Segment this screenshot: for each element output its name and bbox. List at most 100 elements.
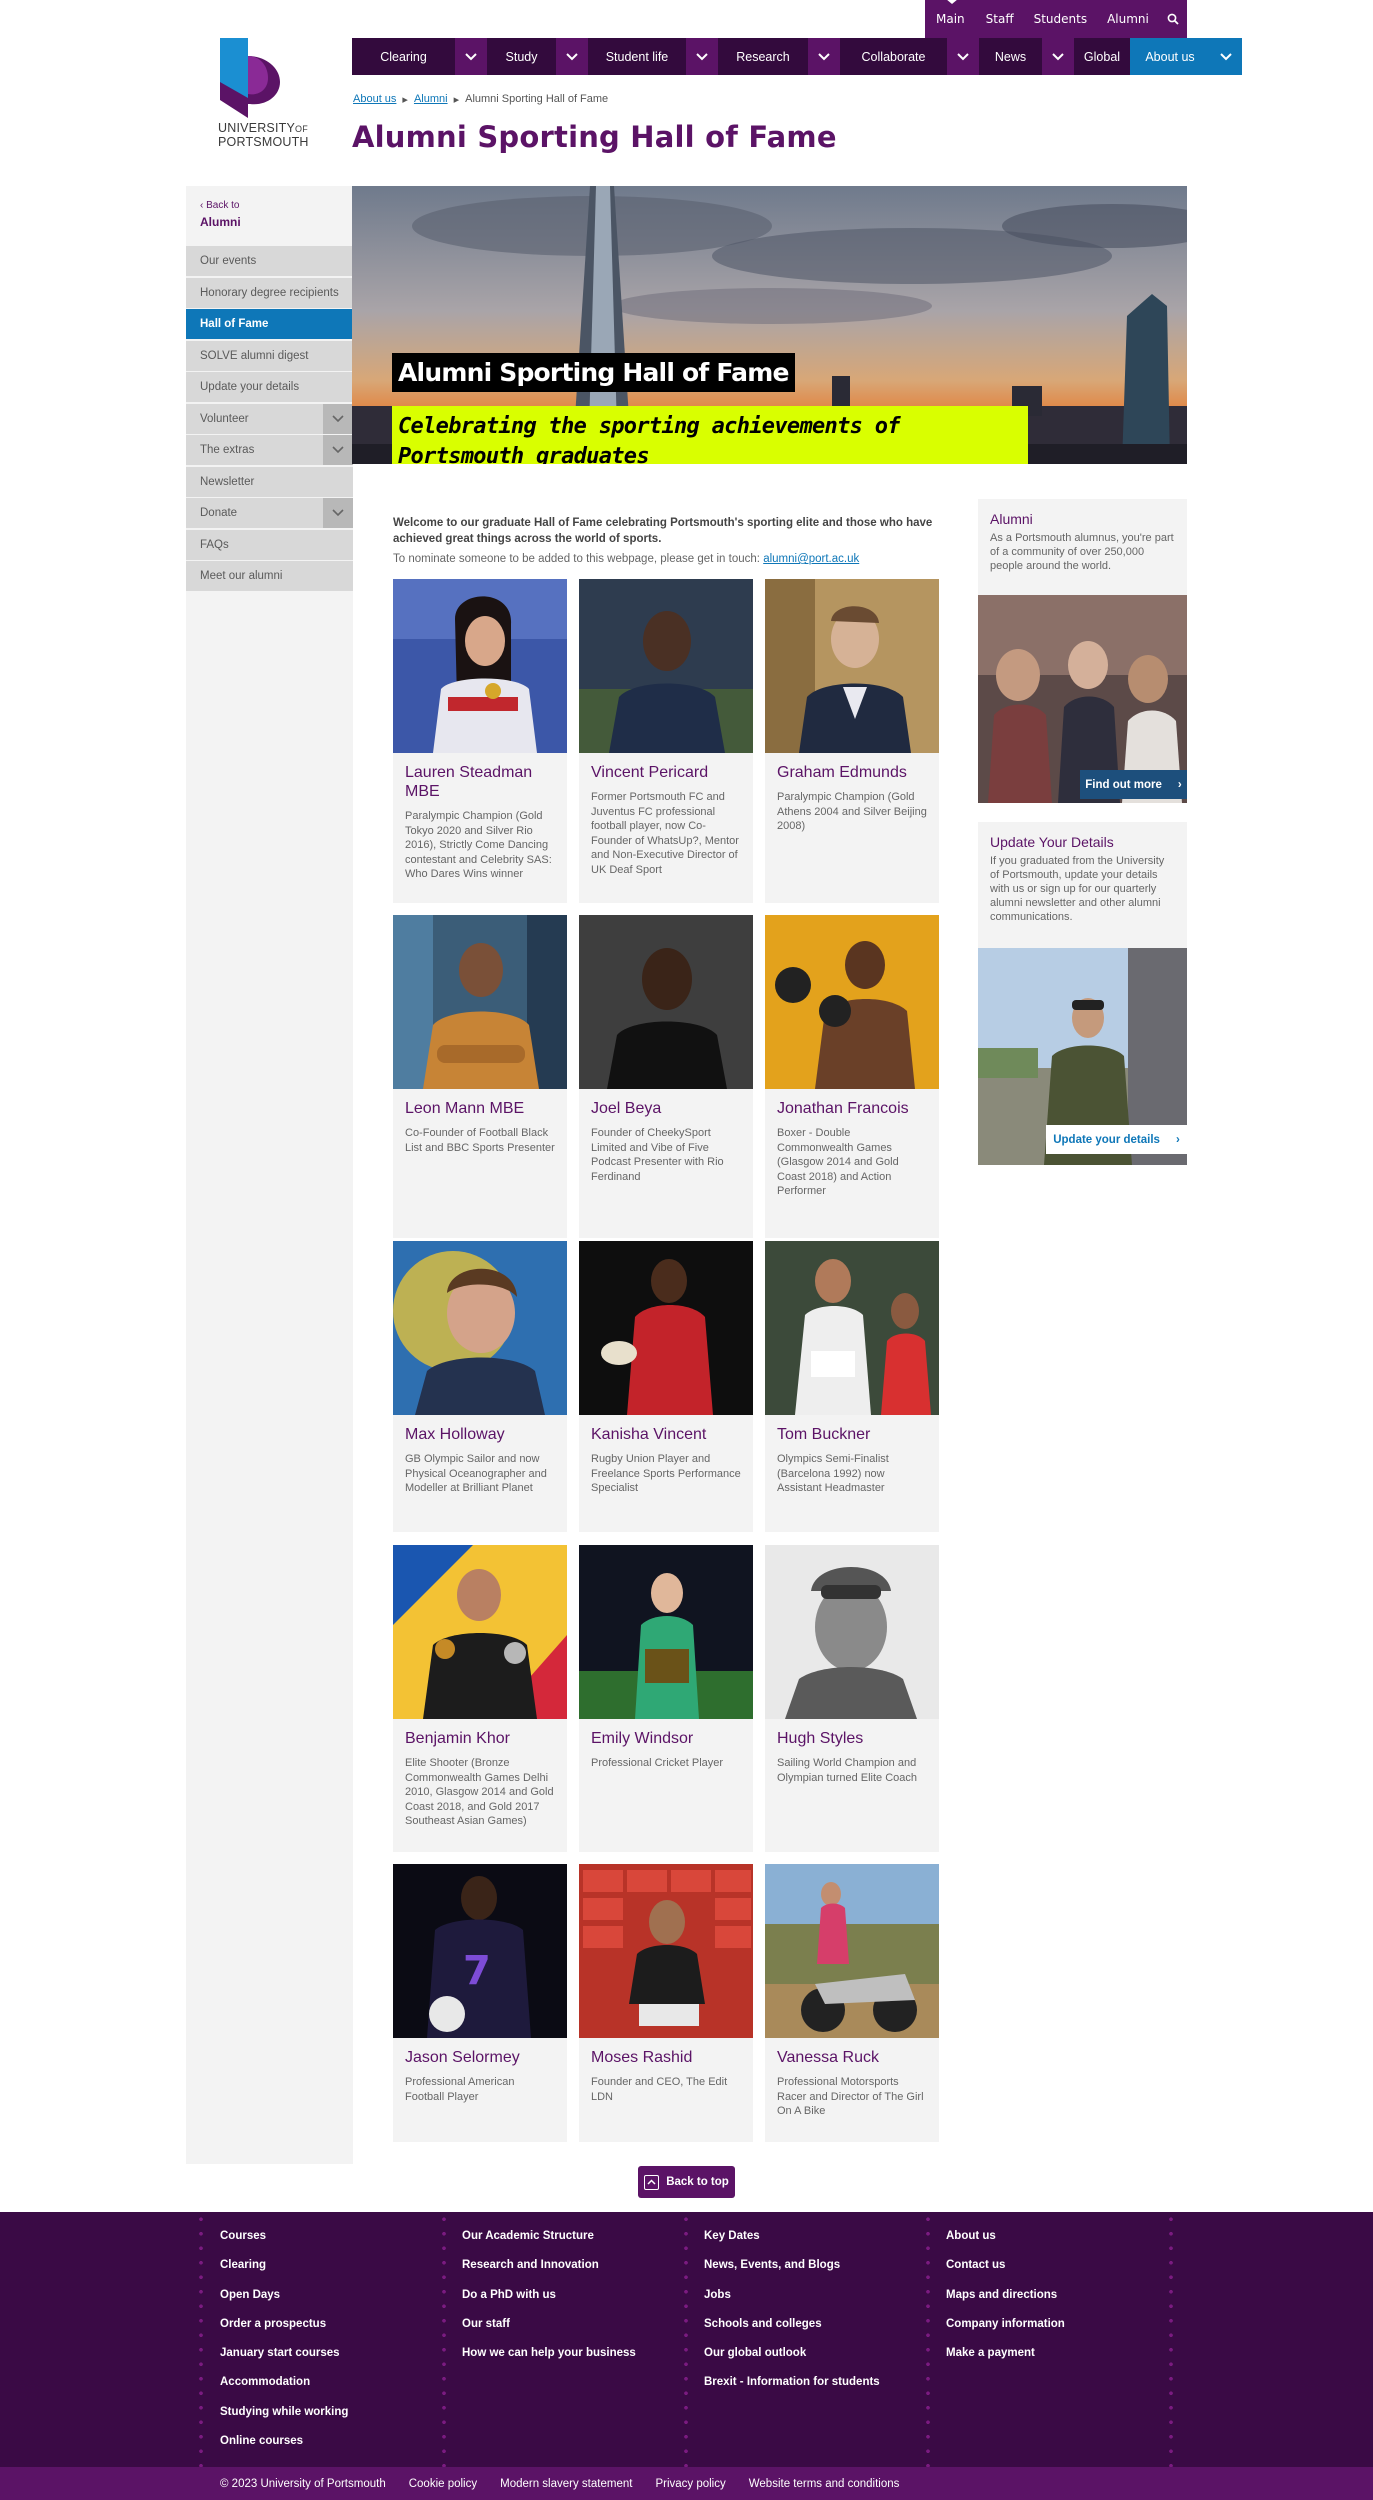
footer-link[interactable]: Brexit - Information for students: [704, 2376, 880, 2405]
footer-link[interactable]: Make a payment: [946, 2347, 1065, 2376]
utility-alumni[interactable]: Alumni: [1097, 0, 1159, 38]
privacy-policy-link[interactable]: Privacy policy: [655, 2478, 725, 2490]
footer-link[interactable]: Our staff: [462, 2318, 636, 2347]
cookie-policy-link[interactable]: Cookie policy: [409, 2478, 477, 2490]
footer-link[interactable]: Studying while working: [220, 2406, 348, 2435]
card-max-holloway[interactable]: Max Holloway GB Olympic Sailor and now P…: [393, 1241, 567, 1532]
breadcrumb-about-us[interactable]: About us: [353, 93, 396, 106]
footer-link[interactable]: Company information: [946, 2318, 1065, 2347]
nav-item-study[interactable]: Study: [487, 38, 588, 75]
footer-link[interactable]: Do a PhD with us: [462, 2289, 636, 2318]
card-benjamin-khor[interactable]: Benjamin Khor Elite Shooter (Bronze Comm…: [393, 1545, 567, 1852]
alumni-heading: Alumni: [990, 511, 1033, 527]
nav-label[interactable]: Study: [487, 38, 556, 75]
utility-students[interactable]: Students: [1024, 0, 1098, 38]
nav-label[interactable]: Research: [718, 38, 808, 75]
card-jonathan-francois[interactable]: Jonathan Francois Boxer - Double Commonw…: [765, 915, 939, 1238]
card-tom-buckner[interactable]: Tom Buckner Olympics Semi-Finalist (Barc…: [765, 1241, 939, 1532]
breadcrumb-current: Alumni Sporting Hall of Fame: [465, 93, 609, 105]
sidebar-item-hall-of-fame[interactable]: Hall of Fame: [186, 309, 353, 339]
card-leon-mann[interactable]: Leon Mann MBE Co-Founder of Football Bla…: [393, 915, 567, 1238]
nav-label[interactable]: News: [979, 38, 1042, 75]
sidebar-back-link[interactable]: ‹ Back to Alumni: [186, 186, 353, 246]
sidebar-item-newsletter[interactable]: Newsletter: [186, 466, 353, 497]
sidebar-item-donate[interactable]: Donate: [186, 498, 353, 528]
footer-link[interactable]: January start courses: [220, 2347, 348, 2376]
breadcrumb-separator: ▸: [402, 94, 408, 106]
chevron-down-icon[interactable]: [686, 38, 718, 75]
footer-link[interactable]: Online courses: [220, 2435, 348, 2464]
university-logo[interactable]: UNIVERSITYOF PORTSMOUTH: [218, 38, 320, 156]
footer-link[interactable]: News, Events, and Blogs: [704, 2259, 880, 2288]
footer-link[interactable]: Jobs: [704, 2289, 880, 2318]
sidebar-item-volunteer[interactable]: Volunteer: [186, 403, 353, 434]
nav-item-collaborate[interactable]: Collaborate: [840, 38, 979, 75]
nav-label[interactable]: Clearing: [352, 38, 455, 75]
nav-item-clearing[interactable]: Clearing: [352, 38, 487, 75]
card-moses-rashid[interactable]: Moses Rashid Founder and CEO, The Edit L…: [579, 1864, 753, 2142]
nav-item-global[interactable]: Global: [1074, 38, 1130, 75]
nav-item-news[interactable]: News: [979, 38, 1074, 75]
nav-label[interactable]: About us: [1130, 38, 1210, 75]
terms-link[interactable]: Website terms and conditions: [749, 2478, 900, 2490]
card-graham-edmunds[interactable]: Graham Edmunds Paralympic Champion (Gold…: [765, 579, 939, 903]
footer-link[interactable]: Schools and colleges: [704, 2318, 880, 2347]
footer-link[interactable]: Open Days: [220, 2289, 348, 2318]
find-out-more-button[interactable]: Find out more ›: [1080, 770, 1187, 799]
footer: Courses Clearing Open Days Order a prosp…: [0, 2212, 1373, 2467]
chevron-down-icon[interactable]: [323, 435, 353, 465]
chevron-down-icon[interactable]: [323, 403, 353, 434]
sidebar-item-honorary-degree[interactable]: Honorary degree recipients: [186, 277, 353, 308]
chevron-down-icon[interactable]: [323, 498, 353, 528]
card-lauren-steadman[interactable]: Lauren Steadman MBE Paralympic Champion …: [393, 579, 567, 903]
sidebar-item-our-events[interactable]: Our events: [186, 246, 353, 276]
sidebar-item-faqs[interactable]: FAQs: [186, 529, 353, 560]
search-icon[interactable]: [1159, 0, 1187, 38]
card-vanessa-ruck[interactable]: Vanessa Ruck Professional Motorsports Ra…: [765, 1864, 939, 2142]
utility-staff[interactable]: Staff: [976, 0, 1024, 38]
card-hugh-styles[interactable]: Hugh Styles Sailing World Champion and O…: [765, 1545, 939, 1852]
chevron-down-icon[interactable]: [947, 38, 979, 75]
sidebar-item-meet-alumni[interactable]: Meet our alumni: [186, 561, 353, 591]
update-your-details-button[interactable]: Update your details ›: [1046, 1125, 1187, 1154]
nav-item-about-us[interactable]: About us: [1130, 38, 1242, 75]
chevron-down-icon[interactable]: [1042, 38, 1074, 75]
footer-link[interactable]: Accommodation: [220, 2376, 348, 2405]
nav-label[interactable]: Collaborate: [840, 38, 947, 75]
nav-item-student-life[interactable]: Student life: [588, 38, 718, 75]
card-emily-windsor[interactable]: Emily Windsor Professional Cricket Playe…: [579, 1545, 753, 1852]
card-vincent-pericard[interactable]: Vincent Pericard Former Portsmouth FC an…: [579, 579, 753, 903]
footer-link[interactable]: Order a prospectus: [220, 2318, 348, 2347]
sidebar-item-the-extras[interactable]: The extras: [186, 435, 353, 465]
chevron-down-icon[interactable]: [455, 38, 487, 75]
nav-label[interactable]: Student life: [588, 38, 686, 75]
card-jason-selormey[interactable]: 7 Jason Selormey Professional American F…: [393, 1864, 567, 2142]
utility-main[interactable]: Main: [925, 0, 976, 38]
footer-link[interactable]: Maps and directions: [946, 2289, 1065, 2318]
footer-link[interactable]: Research and Innovation: [462, 2259, 636, 2288]
chevron-down-icon[interactable]: [808, 38, 840, 75]
chevron-down-icon[interactable]: [556, 38, 588, 75]
back-to-top-button[interactable]: Back to top: [638, 2166, 735, 2198]
nav-label[interactable]: Global: [1074, 38, 1130, 75]
modern-slavery-link[interactable]: Modern slavery statement: [500, 2478, 632, 2490]
footer-link[interactable]: Contact us: [946, 2259, 1065, 2288]
footer-link[interactable]: Our global outlook: [704, 2347, 880, 2376]
card-name: Jonathan Francois: [777, 1100, 909, 1117]
breadcrumb-alumni[interactable]: Alumni: [414, 93, 448, 106]
footer-link[interactable]: About us: [946, 2230, 1065, 2259]
sidebar-item-solve[interactable]: SOLVE alumni digest: [186, 340, 353, 371]
chevron-down-icon[interactable]: [1210, 38, 1242, 75]
footer-decoration: [925, 2212, 931, 2467]
card-kanisha-vincent[interactable]: Kanisha Vincent Rugby Union Player and F…: [579, 1241, 753, 1532]
email-link[interactable]: alumni@port.ac.uk: [763, 553, 859, 565]
footer-link[interactable]: Key Dates: [704, 2230, 880, 2259]
footer-link[interactable]: Clearing: [220, 2259, 348, 2288]
footer-link[interactable]: How we can help your business: [462, 2347, 636, 2376]
card-description: Paralympic Champion (Gold Tokyo 2020 and…: [405, 810, 552, 880]
nav-item-research[interactable]: Research: [718, 38, 840, 75]
footer-link[interactable]: Courses: [220, 2230, 348, 2259]
footer-link[interactable]: Our Academic Structure: [462, 2230, 636, 2259]
card-joel-beya[interactable]: Joel Beya Founder of CheekySport Limited…: [579, 915, 753, 1238]
sidebar-item-update-details[interactable]: Update your details: [186, 372, 353, 402]
